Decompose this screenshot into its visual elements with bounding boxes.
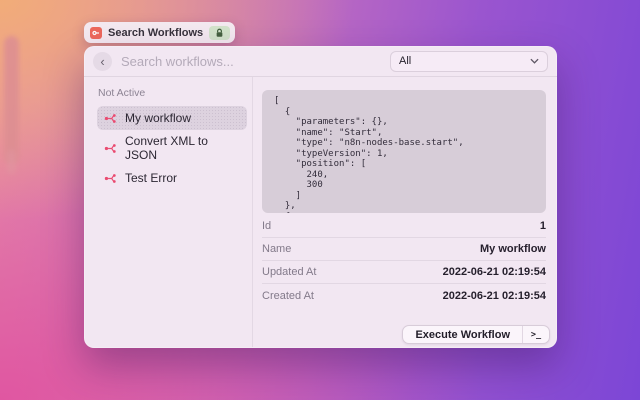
section-label-not-active: Not Active: [98, 87, 247, 99]
command-pill[interactable]: Search Workflows: [84, 22, 235, 43]
filter-dropdown[interactable]: All: [390, 51, 548, 72]
workflow-item-label: Test Error: [125, 171, 177, 185]
row-label: Created At: [262, 290, 314, 302]
search-input[interactable]: [121, 54, 381, 69]
search-bar: ‹ All: [84, 46, 557, 77]
execute-workflow-button[interactable]: Execute Workflow: [403, 326, 523, 343]
row-label: Name: [262, 243, 291, 255]
workflow-icon: [104, 112, 117, 125]
workflow-icon: [104, 142, 117, 155]
table-row-created-at: Created At 2022-06-21 02:19:54: [262, 284, 546, 307]
workflow-detail-panel: [ { "parameters": {}, "name": "Start", "…: [253, 77, 557, 347]
terminal-actions-button[interactable]: >_: [523, 326, 549, 343]
table-row-name: Name My workflow: [262, 238, 546, 261]
lock-badge: [209, 26, 230, 40]
lock-icon: [215, 28, 224, 38]
workflow-metadata-table: Id 1 Name My workflow Updated At 2022-06…: [262, 215, 546, 307]
terminal-icon: >_: [531, 330, 541, 340]
window-body: Not Active My workflow Convert XML to JS…: [84, 77, 557, 347]
table-row-id: Id 1: [262, 215, 546, 238]
filter-dropdown-value: All: [399, 55, 411, 67]
workflow-json-code[interactable]: [ { "parameters": {}, "name": "Start", "…: [262, 90, 546, 213]
row-value: 2022-06-21 02:19:54: [443, 266, 546, 278]
action-button-group: Execute Workflow >_: [402, 325, 550, 344]
row-label: Id: [262, 220, 271, 232]
back-button[interactable]: ‹: [93, 52, 112, 71]
command-pill-title: Search Workflows: [108, 27, 203, 39]
wallpaper-brush-streak: [4, 36, 19, 164]
row-value: My workflow: [480, 243, 546, 255]
workflow-list: Not Active My workflow Convert XML to JS…: [84, 77, 253, 347]
workflow-item-convert-xml-to-json[interactable]: Convert XML to JSON: [97, 136, 247, 160]
wallpaper-brush-streak: [7, 150, 16, 174]
desktop-background: Search Workflows ‹ All Not Active: [0, 0, 640, 400]
back-chevron-icon: ‹: [100, 54, 104, 69]
row-value: 2022-06-21 02:19:54: [443, 290, 546, 302]
workflow-item-label: My workflow: [125, 111, 191, 125]
workflow-item-label: Convert XML to JSON: [125, 134, 241, 162]
row-value: 1: [540, 220, 546, 232]
table-row-updated-at: Updated At 2022-06-21 02:19:54: [262, 261, 546, 284]
search-workflows-window: ‹ All Not Active My workflow: [84, 46, 557, 348]
chevron-down-icon: [530, 58, 539, 64]
row-label: Updated At: [262, 266, 316, 278]
workflow-item-my-workflow[interactable]: My workflow: [97, 106, 247, 130]
workflow-item-test-error[interactable]: Test Error: [97, 166, 247, 190]
workflow-icon: [104, 172, 117, 185]
n8n-app-icon: [90, 27, 102, 39]
